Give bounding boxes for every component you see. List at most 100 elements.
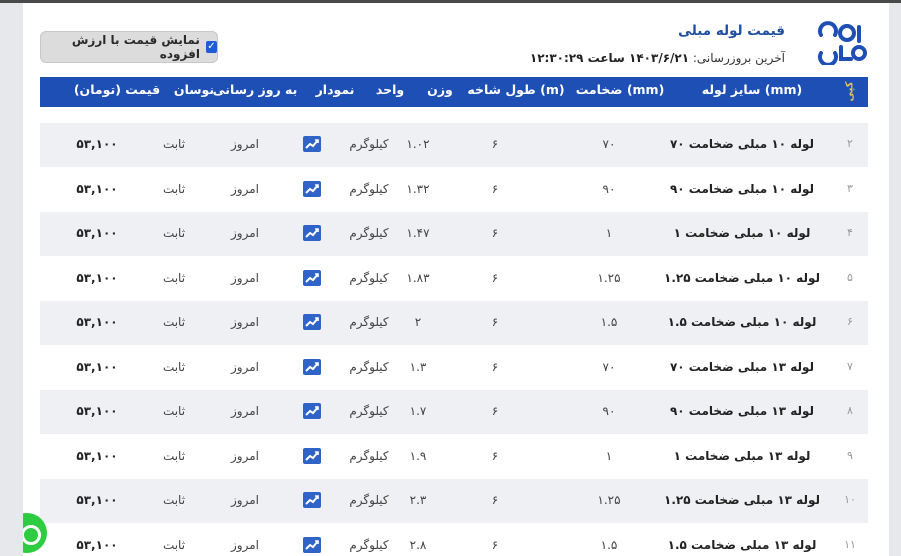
cell-unit: کیلوگرم xyxy=(349,404,389,418)
cell-change: ثابت xyxy=(162,181,186,196)
cell-unit: کیلوگرم xyxy=(349,448,389,463)
trend-chart-icon[interactable] xyxy=(302,447,322,465)
cell-length: ۶ xyxy=(491,493,499,507)
cell-thickness: ۷۰ xyxy=(602,359,616,374)
cell-updated: امروز xyxy=(231,181,259,196)
cell-n: ۵ xyxy=(847,270,853,284)
cell-length: ۶ xyxy=(491,315,499,329)
header-corner: کپی xyxy=(844,81,856,102)
cell-length: ۶ xyxy=(491,404,499,418)
cell-thickness: ۷۰ xyxy=(602,137,616,151)
cell-updated: امروز xyxy=(231,226,259,240)
cell-name: لوله ۱۳ مبلی ضخامت ۱.۵ xyxy=(667,537,817,552)
cell-price: ۵۳,۱۰۰ xyxy=(76,315,118,329)
table-row[interactable]: ۱۰ لوله ۱۳ مبلی ضخامت ۱.۲۵ ۱.۲۵ ۶ ۲.۳ کیلوگرم… xyxy=(40,479,868,523)
header-size[interactable]: سایز لوله (mm) xyxy=(702,82,802,97)
table-row[interactable]: ۲ لوله ۱۰ مبلی ضخامت ۷۰ ۷۰ ۶ ۱.۰۲ کیلوگرم امرو… xyxy=(40,123,868,167)
table-row[interactable]: ۶ لوله ۱۰ مبلی ضخامت ۱.۵ ۱.۵ ۶ ۲ کیلوگرم امروز… xyxy=(40,301,868,345)
page-title: قیمت لوله مبلی xyxy=(678,23,785,39)
cell-unit: کیلوگرم xyxy=(349,359,389,374)
trend-chart-icon[interactable] xyxy=(302,224,322,242)
cell-name: لوله ۱۳ مبلی ضخامت ۹۰ xyxy=(669,404,815,418)
cell-change: ثابت xyxy=(162,270,186,285)
vat-checkbox[interactable]: ✓ xyxy=(205,41,217,53)
cell-change: ثابت xyxy=(162,493,186,507)
cell-thickness: ۱ xyxy=(605,226,613,240)
cell-thickness: ۱.۲۵ xyxy=(597,493,621,507)
cell-updated: امروز xyxy=(231,537,259,552)
cell-name: لوله ۱۰ مبلی ضخامت ۱ xyxy=(673,226,811,240)
table-row[interactable]: ۷ لوله ۱۳ مبلی ضخامت ۷۰ ۷۰ ۶ ۱.۳ کیلوگرم امروز… xyxy=(40,346,868,390)
cell-unit: کیلوگرم xyxy=(349,315,389,329)
cell-unit: کیلوگرم xyxy=(349,270,389,285)
cell-length: ۶ xyxy=(491,270,499,285)
cell-price: ۵۳,۱۰۰ xyxy=(76,270,118,285)
cell-updated: امروز xyxy=(231,137,259,151)
cell-price: ۵۳,۱۰۰ xyxy=(76,359,118,374)
cell-updated: امروز xyxy=(231,270,259,285)
trend-chart-icon[interactable] xyxy=(302,358,322,376)
trend-chart-icon[interactable] xyxy=(302,402,322,420)
trend-chart-icon[interactable] xyxy=(302,313,322,331)
cell-change: ثابت xyxy=(162,226,186,240)
cell-n: ۱۰ xyxy=(844,493,856,506)
cell-weight: ۱.۴۷ xyxy=(406,226,430,240)
table-row[interactable]: ۸ لوله ۱۳ مبلی ضخامت ۹۰ ۹۰ ۶ ۱.۷ کیلوگرم امروز… xyxy=(40,390,868,434)
cell-weight: ۱.۷ xyxy=(409,404,427,418)
cell-n: ۹ xyxy=(847,448,853,462)
cell-price: ۵۳,۱۰۰ xyxy=(76,181,118,196)
cell-name: لوله ۱۳ مبلی ضخامت ۷۰ xyxy=(669,359,815,374)
cell-weight: ۱.۸۳ xyxy=(406,270,430,285)
trend-chart-icon[interactable] xyxy=(302,180,322,198)
cell-unit: کیلوگرم xyxy=(349,181,389,196)
cell-length: ۶ xyxy=(491,137,499,151)
cell-n: ۶ xyxy=(847,315,853,328)
trend-chart-icon[interactable] xyxy=(302,135,322,153)
cell-weight: ۱.۳ xyxy=(409,359,427,374)
cell-name: لوله ۱۳ مبلی ضخامت ۱.۲۵ xyxy=(664,493,820,507)
table-row[interactable]: ۹ لوله ۱۳ مبلی ضخامت ۱ ۱ ۶ ۱.۹ کیلوگرم امروز ثا… xyxy=(40,435,868,479)
cell-length: ۶ xyxy=(491,181,499,196)
cell-thickness: ۱.۵ xyxy=(600,537,618,552)
table-row[interactable]: ۵ لوله ۱۰ مبلی ضخامت ۱.۲۵ ۱.۲۵ ۶ ۱.۸۳ کیلوگرم… xyxy=(40,257,868,301)
cell-weight: ۲ xyxy=(414,315,422,329)
cell-length: ۶ xyxy=(491,448,499,463)
cell-name: لوله ۱۳ مبلی ضخامت ۱ xyxy=(673,448,811,463)
cell-updated: امروز xyxy=(231,359,259,374)
cell-thickness: ۱.۵ xyxy=(600,315,618,329)
table-row[interactable]: ۴ لوله ۱۰ مبلی ضخامت ۱ ۱ ۶ ۱.۴۷ کیلوگرم امروز ث… xyxy=(40,212,868,256)
header-weight[interactable]: وزن xyxy=(427,82,453,97)
header-change[interactable]: نوسان xyxy=(174,82,214,97)
cell-price: ۵۳,۱۰۰ xyxy=(76,404,118,418)
cell-change: ثابت xyxy=(162,404,186,418)
cell-length: ۶ xyxy=(491,359,499,374)
cell-n: ۷ xyxy=(847,359,853,373)
header-unit[interactable]: واحد xyxy=(376,82,404,97)
vat-toggle-button[interactable]: ✓ نمایش قیمت با ارزش افزوده xyxy=(40,31,218,63)
cell-weight: ۱.۳۲ xyxy=(406,181,430,196)
cell-weight: ۲.۳ xyxy=(409,493,427,507)
cell-price: ۵۳,۱۰۰ xyxy=(76,448,118,463)
trend-chart-icon[interactable] xyxy=(302,269,322,287)
header-thickness[interactable]: ضخامت (mm) xyxy=(576,82,665,97)
cell-thickness: ۹۰ xyxy=(602,404,616,418)
cell-name: لوله ۱۰ مبلی ضخامت ۱.۲۵ xyxy=(664,270,820,285)
cell-change: ثابت xyxy=(162,448,186,463)
company-logo-icon xyxy=(818,21,867,65)
header-price[interactable]: قیمت (تومان) xyxy=(74,82,160,97)
last-updated: آخرین بروزرسانی: ۱۴۰۳/۶/۲۱ ساعت ۱۲:۳۰:۲۹ xyxy=(530,51,785,65)
price-table-card: قیمت لوله مبلی آخرین بروزرسانی: ۱۴۰۳/۶/۲… xyxy=(23,3,889,556)
trend-chart-icon[interactable] xyxy=(302,491,322,509)
header-length[interactable]: طول شاخه (m) xyxy=(467,82,564,97)
trend-chart-icon[interactable] xyxy=(302,536,322,554)
cell-length: ۶ xyxy=(491,537,499,552)
cell-change: ثابت xyxy=(162,315,186,329)
table-row[interactable]: ۱۱ لوله ۱۳ مبلی ضخامت ۱.۵ ۱.۵ ۶ ۲.۸ کیلوگرم ام… xyxy=(40,524,868,556)
cell-price: ۵۳,۱۰۰ xyxy=(76,226,118,240)
table-row[interactable]: ۳ لوله ۱۰ مبلی ضخامت ۹۰ ۹۰ ۶ ۱.۳۲ کیلوگرم امرو… xyxy=(40,168,868,212)
cell-name: لوله ۱۰ مبلی ضخامت ۱.۵ xyxy=(667,315,817,329)
header-updated[interactable]: به روز رسانی xyxy=(213,82,298,97)
cell-unit: کیلوگرم xyxy=(349,137,389,151)
header-chart[interactable]: نمودار xyxy=(316,82,355,97)
cell-change: ثابت xyxy=(162,137,186,151)
